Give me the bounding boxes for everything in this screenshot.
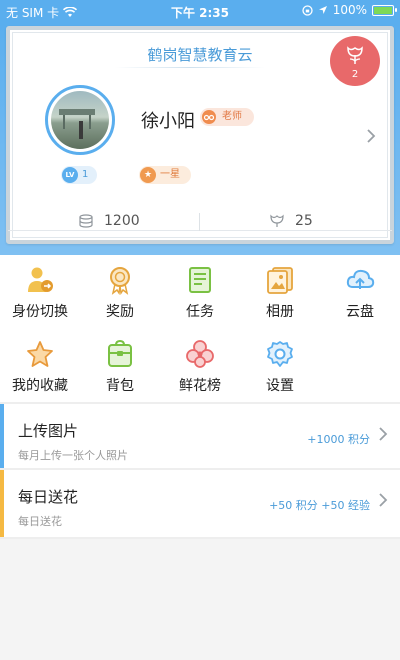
status-bar: 无 SIM 卡 下午 2:35 100% [0, 0, 400, 22]
menu-item-cloud[interactable]: 云盘 [320, 265, 400, 321]
menu-label: 身份切换 [12, 304, 68, 320]
task-reward: +50 积分 +50 经验 [269, 499, 370, 512]
avatar[interactable] [45, 85, 115, 155]
rotation-lock-icon [302, 4, 313, 16]
user-name: 徐小阳 [141, 111, 195, 132]
level-badge: LV 1 [61, 166, 97, 184]
menu-label: 奖励 [106, 304, 134, 320]
battery-percent: 100% [332, 3, 367, 17]
location-icon [318, 6, 327, 14]
menu-label: 任务 [186, 304, 214, 320]
menu-item-settings[interactable]: 设置 [240, 339, 320, 395]
menu-item-award[interactable]: 奖励 [80, 265, 160, 321]
photo-album-icon [265, 265, 295, 295]
avatar-image [51, 91, 109, 149]
menu-item-backpack[interactable]: 背包 [80, 339, 160, 395]
task-list-icon [185, 265, 215, 295]
award-medal-icon [105, 265, 135, 295]
card-divider [8, 230, 392, 231]
flowers-stat[interactable]: 25 [269, 213, 313, 229]
task-description: 每月上传一张个人照片 [18, 449, 128, 462]
menu-label: 背包 [106, 378, 134, 394]
flower-badge-count: 2 [351, 69, 359, 80]
star-rank-icon: ★ [140, 167, 156, 183]
role-label: 老师 [222, 111, 242, 122]
menu-item-switch-identity[interactable]: 身份切换 [0, 265, 80, 321]
flower-outline-icon [270, 214, 284, 227]
menu-label: 我的收藏 [12, 378, 68, 394]
title-underline [115, 67, 265, 68]
level-value: 1 [82, 169, 89, 180]
task-daily-flower[interactable]: 每日送花 每日送花 +50 积分 +50 经验 [0, 470, 400, 537]
star-rank-label: 一星 [160, 169, 180, 180]
coin-stack-icon [79, 214, 93, 228]
stat-divider [199, 213, 200, 231]
flower-badge[interactable]: 2 [330, 36, 380, 86]
flowers-value: 25 [295, 213, 313, 229]
task-title: 每日送花 [18, 488, 79, 506]
chevron-right-icon [378, 426, 388, 447]
menu-label: 相册 [266, 304, 294, 320]
task-stripe [0, 470, 4, 537]
task-stripe [0, 404, 4, 468]
menu-item-album[interactable]: 相册 [240, 265, 320, 321]
menu-label: 鲜花榜 [179, 378, 221, 394]
flower-icon [185, 339, 215, 369]
menu-label: 云盘 [346, 304, 374, 320]
backpack-icon [105, 339, 135, 369]
task-reward: +1000 积分 [307, 433, 370, 446]
menu-label: 设置 [266, 378, 294, 394]
role-tag: 老师 [200, 108, 254, 126]
teacher-glasses-icon [202, 110, 216, 124]
task-upload-photo[interactable]: 上传图片 每月上传一张个人照片 +1000 积分 [0, 404, 400, 468]
switch-identity-icon [25, 265, 55, 295]
menu-grid: 身份切换 奖励 任务 相册 云盘 我的收藏 背包 鲜花榜 设置 [0, 255, 400, 402]
menu-item-flower-board[interactable]: 鲜花榜 [160, 339, 240, 395]
menu-item-favorites[interactable]: 我的收藏 [0, 339, 80, 395]
task-title: 上传图片 [18, 422, 79, 440]
chevron-right-icon[interactable] [366, 128, 376, 149]
task-divider [0, 537, 400, 539]
points-value: 1200 [104, 213, 140, 229]
star-rank-badge: ★ 一星 [139, 166, 191, 184]
gear-icon [265, 339, 295, 369]
cloud-upload-icon [345, 265, 375, 295]
menu-item-task[interactable]: 任务 [160, 265, 240, 321]
chevron-right-icon [378, 492, 388, 513]
task-description: 每日送花 [18, 515, 62, 528]
battery-icon [372, 4, 397, 16]
level-icon: LV [62, 167, 78, 183]
points-stat[interactable]: 1200 [78, 213, 140, 229]
star-icon [25, 339, 55, 369]
flower-icon [347, 46, 363, 64]
